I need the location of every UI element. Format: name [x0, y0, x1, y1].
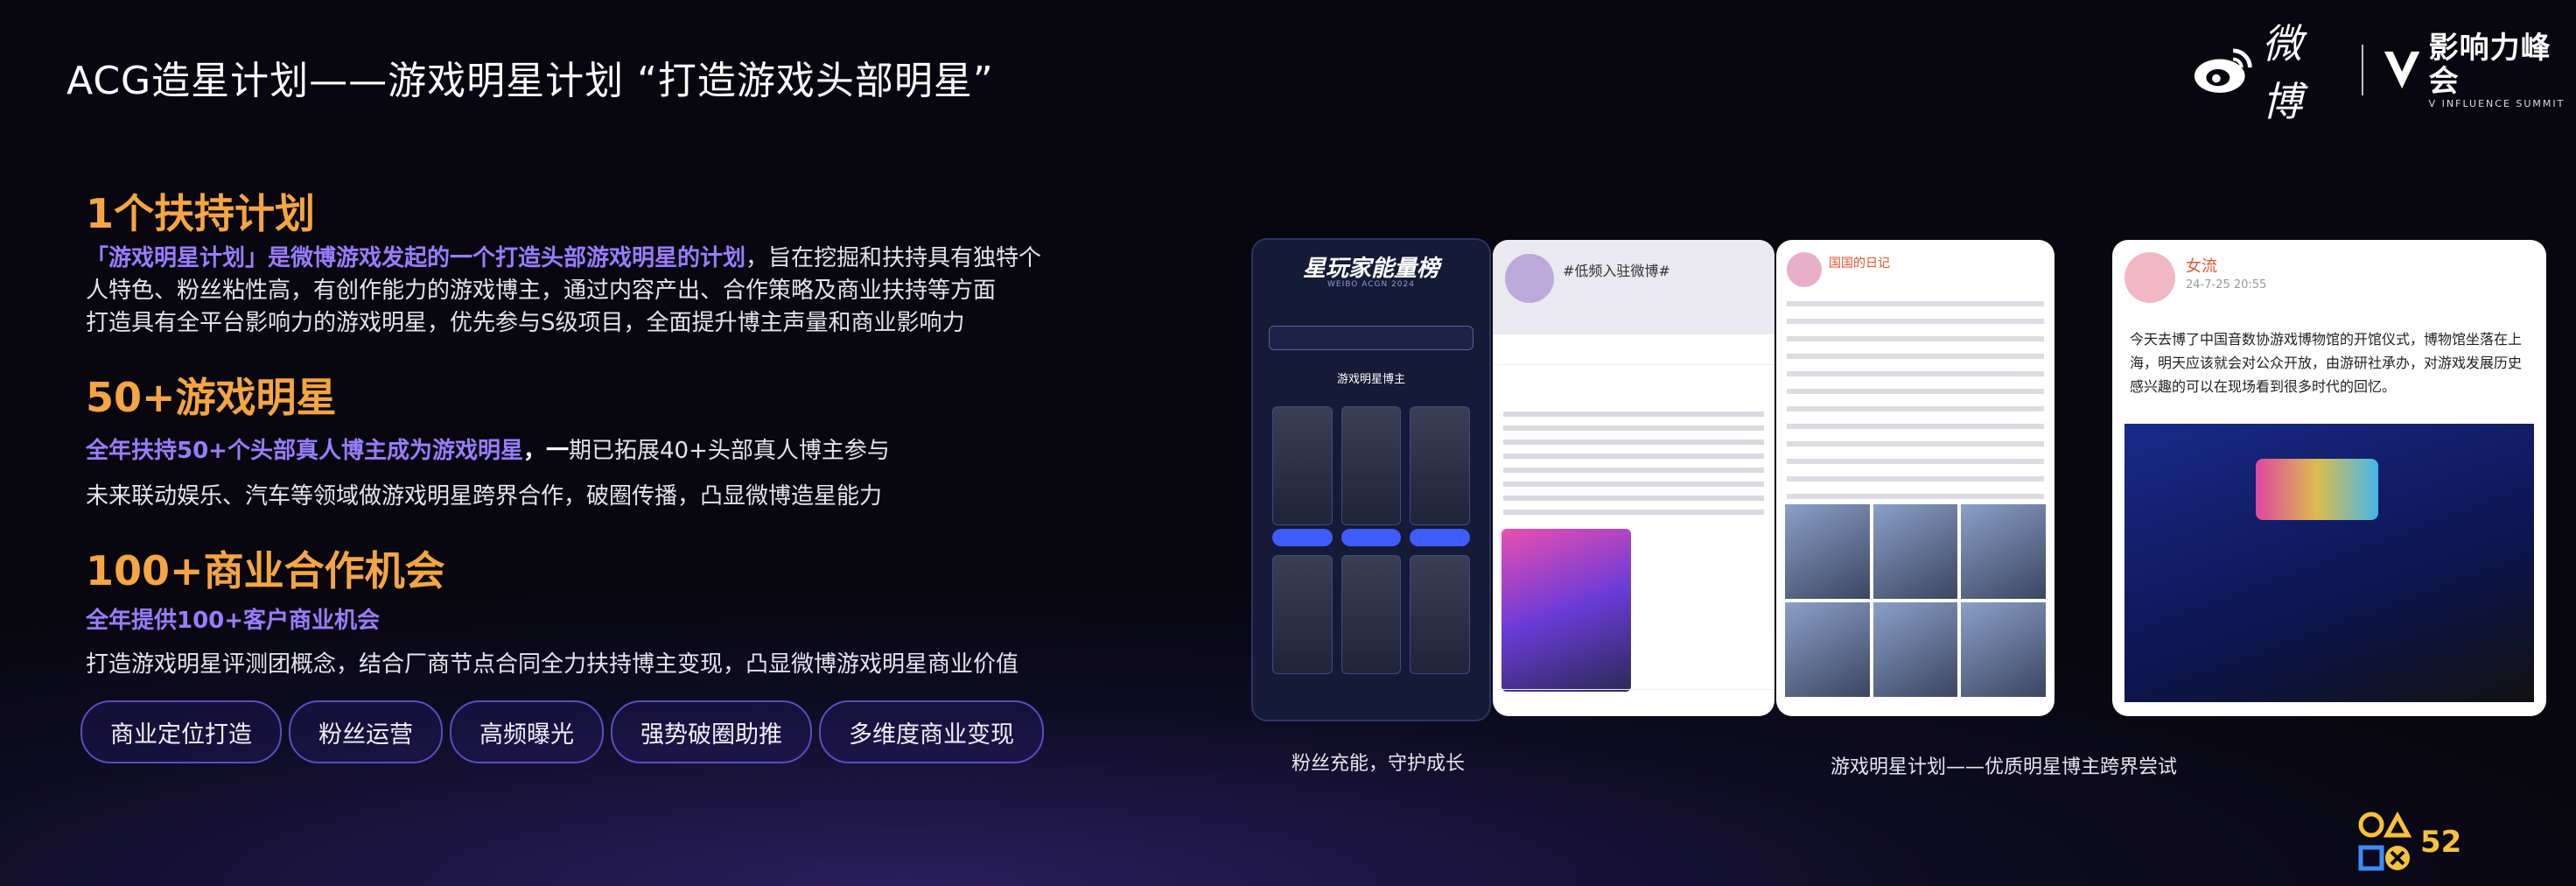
pill-fan-operation: 粉丝运营 — [289, 700, 443, 763]
card-museum-time: 24-7-25 20:55 — [2186, 278, 2267, 292]
v-logo-icon — [2384, 51, 2420, 89]
card-topic-tabs — [1493, 334, 1774, 365]
screenshot-card-post: 国国的日记 — [1776, 240, 2054, 716]
summit-logo: 影响力峰会 V INFLUENCE SUMMIT — [2383, 32, 2576, 109]
card-ranking-label: 游戏明星博主 — [1336, 373, 1405, 386]
blogger-photo — [1340, 406, 1402, 525]
ranking-entry — [1410, 406, 1470, 546]
card-ranking-search-bar — [1269, 326, 1474, 350]
post-photo — [1961, 602, 2046, 697]
card-ranking-subtitle: WEIBO ACGN 2024 — [1327, 280, 1415, 289]
ranking-entry — [1340, 406, 1402, 546]
section-heading-support-plan: 1个扶持计划 — [86, 190, 316, 237]
watermark: 52 — [2357, 809, 2461, 875]
support-button — [1410, 529, 1470, 546]
screenshot-card-museum: 女流 24-7-25 20:55 今天去博了中国音数协游戏博物馆的开馆仪式，博物… — [2112, 240, 2546, 716]
pill-business-positioning: 商业定位打造 — [80, 700, 282, 763]
card-topic-post-text — [1503, 411, 1764, 517]
ranking-entry — [1272, 406, 1333, 546]
card-topic-header: #低频入驻微博# — [1493, 240, 1774, 334]
highlight-text: 全年扶持50+个头部真人博主成为游戏明星 — [86, 438, 523, 464]
avatar — [1505, 254, 1554, 303]
caption-crossover: 游戏明星计划——优质明星博主跨界尝试 — [1830, 756, 2178, 778]
section1-line1: 「游戏明星计划」是微博游戏发起的一个打造头部游戏明星的计划，旨在挖掘和扶持具有独… — [86, 240, 1041, 272]
card-post-user: 国国的日记 — [1829, 257, 1890, 271]
avatar — [2124, 252, 2175, 303]
caption-fan-support: 粉丝充能，守护成长 — [1292, 753, 1466, 775]
section3-line2: 打造游戏明星评测团概念，结合厂商节点合同全力扶持博主变现，凸显微博游戏明星商业价… — [86, 651, 1019, 678]
blogger-photo — [1410, 555, 1470, 674]
card-museum-user: 女流 — [2186, 257, 2217, 276]
ranking-entry — [1272, 555, 1333, 674]
support-button — [1272, 529, 1333, 546]
section2-line1: 全年扶持50+个头部真人博主成为游戏明星，一期已拓展40+头部真人博主参与 — [86, 432, 890, 465]
game-buttons-icon — [2358, 811, 2412, 871]
body-text: 期已拓展40+头部真人博主参与 — [568, 438, 890, 464]
weibo-eye-icon — [2194, 48, 2252, 93]
card-post-text — [1787, 301, 2044, 503]
feature-pills: 商业定位打造 粉丝运营 高频曝光 强势破圈助推 多维度商业变现 — [80, 700, 1044, 763]
blogger-photo — [1272, 406, 1333, 525]
summit-title: 影响力峰会 — [2428, 30, 2552, 99]
ranking-entry — [1340, 555, 1402, 674]
screenshot-card-ranking: 星玩家能量榜 WEIBO ACGN 2024 游戏明星博主 — [1251, 238, 1491, 721]
weibo-logo-text: 微博 — [2262, 20, 2305, 125]
brand-logos: 微博 影响力峰会 V INFLUENCE SUMMIT — [2193, 20, 2576, 125]
weibo-logo: 微博 — [2193, 12, 2342, 128]
blogger-photo — [1410, 406, 1470, 525]
blogger-photo — [1272, 555, 1333, 674]
card-museum-text: 今天去博了中国音数协游戏博物馆的开馆仪式，博物馆坐落在上海，明天应该就会对公众开… — [2130, 331, 2523, 395]
post-photo — [1785, 602, 1870, 697]
post-photo — [1961, 504, 2046, 599]
post-photo — [1872, 602, 1958, 697]
section2-line2: 未来联动娱乐、汽车等领域做游戏明星跨界合作，破圈传播，凸显微博造星能力 — [86, 483, 883, 510]
section3-line1: 全年提供100+客户商业机会 — [86, 608, 381, 634]
post-photo — [1872, 504, 1958, 599]
card-museum-photo — [2124, 424, 2534, 702]
section1-line2: 人特色、粉丝粘性高，有创作能力的游戏博主，通过内容产出、合作策略及商业扶持等方面 — [86, 278, 997, 304]
ranking-entry — [1410, 555, 1470, 674]
section-heading-business: 100+商业合作机会 — [86, 547, 445, 594]
highlight-text: 「游戏明星计划」是微博游戏发起的一个打造头部游戏明星的计划 — [86, 245, 746, 271]
card-topic-post-image — [1502, 529, 1631, 692]
blogger-photo — [1340, 555, 1402, 674]
summit-subtitle: V INFLUENCE SUMMIT — [2428, 97, 2566, 109]
card-ranking-grid — [1272, 406, 1470, 674]
pill-breakout-push: 强势破圈助推 — [611, 700, 812, 763]
watermark-text: 52 — [2420, 825, 2462, 860]
section-heading-game-stars: 50+游戏明星 — [86, 374, 337, 421]
card-post-photo-grid — [1785, 504, 2046, 697]
page-title: ACG造星计划——游戏明星计划 “打造游戏头部明星” — [66, 59, 994, 103]
card-topic-footer — [1493, 689, 1774, 716]
support-button — [1340, 529, 1402, 546]
brand-divider — [2362, 45, 2364, 95]
pill-high-exposure: 高频曝光 — [450, 700, 604, 763]
section1-line3: 打造具有全平台影响力的游戏明星，优先参与S级项目，全面提升博主声量和商业影响力 — [86, 310, 965, 336]
gmc-sign-icon — [2256, 459, 2378, 520]
card-topic-name: #低频入驻微博# — [1563, 263, 1670, 279]
card-ranking-title: 星玩家能量榜 — [1302, 256, 1439, 282]
body-text: ，旨在挖掘和扶持具有独特个 — [746, 245, 1042, 271]
screenshot-card-topic: #低频入驻微博# — [1493, 240, 1774, 716]
avatar — [1787, 252, 1822, 287]
pill-multi-monetization: 多维度商业变现 — [819, 700, 1044, 763]
post-photo — [1785, 504, 1870, 599]
bold-text: ，一 — [522, 438, 569, 464]
